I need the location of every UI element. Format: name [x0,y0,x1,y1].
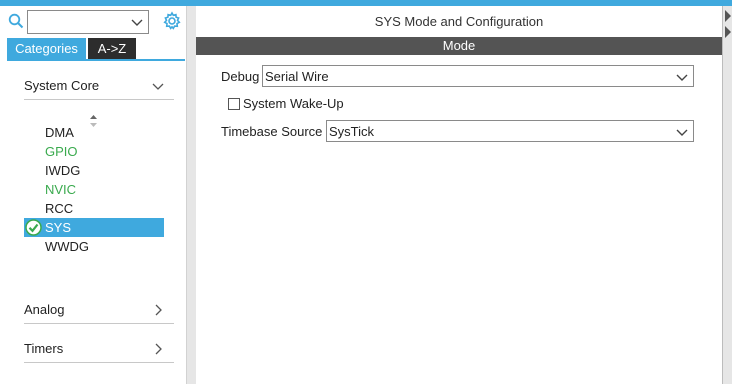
list-item-rcc[interactable]: RCC [24,199,164,218]
page-title: SYS Mode and Configuration [374,14,544,29]
search-icon[interactable] [8,13,24,29]
category-panel: Categories A->Z System Core DMA GPIO IWD… [0,6,186,384]
list-item-label: WWDG [45,239,90,254]
mode-section-header[interactable]: Mode [196,37,722,55]
list-item-label: DMA [45,125,74,140]
timebase-source-select[interactable]: SysTick [326,120,694,142]
debug-select[interactable]: Serial Wire [262,65,694,87]
list-item-nvic[interactable]: NVIC [24,180,164,199]
list-item-dma[interactable]: DMA [24,123,164,142]
list-item-sys[interactable]: SYS [24,218,164,237]
arrow-right-icon [725,10,731,22]
list-item-gpio[interactable]: GPIO [24,142,164,161]
panel-splitter[interactable] [186,6,196,384]
chevron-down-icon [676,74,688,81]
list-item-iwdg[interactable]: IWDG [24,161,164,180]
mode-configuration-panel: SYS Mode and Configuration Mode Debug Se… [196,6,722,384]
arrow-right-icon [725,26,731,38]
timebase-source-value: SysTick [329,124,375,139]
list-item-label: IWDG [45,163,81,178]
debug-value: Serial Wire [265,69,329,84]
search-combobox[interactable] [27,10,149,34]
category-system-core[interactable]: System Core [24,74,174,100]
system-wakeup-checkbox[interactable] [228,98,240,110]
category-timers[interactable]: Timers [24,337,174,363]
tab-underline [7,59,185,61]
system-wakeup-label[interactable]: System Wake-Up [243,96,344,111]
debug-label: Debug [221,69,260,84]
divider [24,323,174,324]
list-item-label: GPIO [45,144,78,159]
tab-a-z[interactable]: A->Z [88,38,136,59]
chevron-right-icon [155,343,162,355]
gear-icon[interactable] [162,11,182,31]
divider [24,362,174,363]
divider [24,99,174,100]
chevron-down-icon[interactable] [130,15,144,29]
category-analog[interactable]: Analog [24,298,174,324]
list-item-label: RCC [45,201,74,216]
list-item-label: SYS [45,220,72,235]
list-item-wwdg[interactable]: WWDG [24,237,164,256]
tab-categories[interactable]: Categories [7,38,86,59]
chevron-down-icon [152,83,164,90]
chevron-right-icon [155,304,162,316]
collapse-panel-handle[interactable] [722,6,732,384]
chevron-down-icon [676,129,688,136]
category-label: Analog [24,302,65,317]
category-label: Timers [24,341,64,356]
check-circle-icon [25,219,42,236]
timebase-source-label: Timebase Source [221,124,323,139]
list-item-label: NVIC [45,182,77,197]
category-label: System Core [24,78,100,93]
